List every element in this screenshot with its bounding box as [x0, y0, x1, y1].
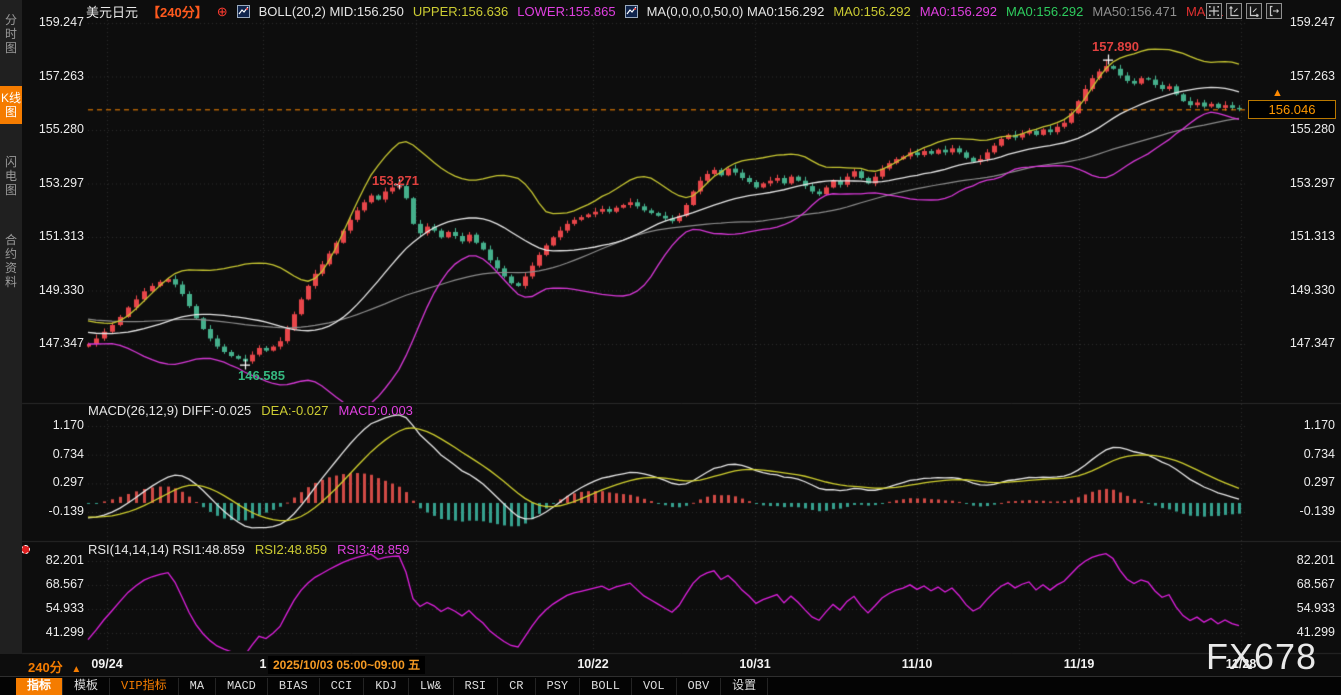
- chart-header: 美元日元 【240分】 ⊕ BOLL(20,2) MID:156.250 UPPE…: [86, 2, 1224, 21]
- app-root: 159.247159.247157.263157.263155.280155.2…: [0, 0, 1341, 695]
- x-axis-scale-icon[interactable]: [1246, 3, 1262, 19]
- indicator-value: MA0:156.292: [920, 4, 997, 19]
- pane-crosshair-icon[interactable]: [1206, 3, 1222, 19]
- indicator-toolbar: 指标模板VIP指标MAMACDBIASCCIKDJLW&RSICRPSYBOLL…: [0, 676, 1341, 695]
- y-axis-scale-icon[interactable]: [1226, 3, 1242, 19]
- indicator-values: BOLL(20,2) MID:156.250 UPPER:156.636 LOWER…: [237, 4, 1224, 19]
- rsi-header: RSI(14,14,14) RSI1:48.859 RSI2:48.859 RSI3…: [88, 542, 409, 557]
- last-price-label: 156.046: [1248, 100, 1336, 119]
- indicator-value: LOWER:155.865: [517, 4, 615, 19]
- indicator-value: MA50:156.471: [1092, 4, 1177, 19]
- indicator-value: MA0:156.292: [833, 4, 910, 19]
- toolbar-item-VOL[interactable]: VOL: [632, 678, 677, 695]
- sidebar-item-2[interactable]: 闪电图: [0, 150, 22, 202]
- line-chart-icon[interactable]: [237, 5, 250, 18]
- toolbar-item-指标[interactable]: 指标: [16, 678, 63, 695]
- dropdown-arrow-icon: ▲: [71, 664, 81, 675]
- watermark: FX678: [1206, 636, 1317, 678]
- rsi-value: RSI3:48.859: [337, 542, 409, 557]
- line-chart-icon[interactable]: [625, 5, 638, 18]
- recording-indicator-icon: [21, 545, 30, 554]
- sidebar: 分时图 K线图闪电图合约资料: [0, 0, 22, 654]
- macd-value: MACD(26,12,9) DIFF:-0.025: [88, 403, 251, 418]
- toolbar-item-KDJ[interactable]: KDJ: [364, 678, 409, 695]
- toolbar-item-PSY[interactable]: PSY: [536, 678, 581, 695]
- toolbar-item-LW&[interactable]: LW&: [409, 678, 454, 695]
- indicator-value: BOLL(20,2) MID:156.250: [259, 4, 404, 19]
- rsi-value: RSI2:48.859: [255, 542, 327, 557]
- macd-value: DEA:-0.027: [261, 403, 328, 418]
- rsi-value: RSI(14,14,14) RSI1:48.859: [88, 542, 245, 557]
- collapse-panel-icon[interactable]: [1266, 3, 1282, 19]
- timeframe-label: 240分: [28, 660, 63, 675]
- toolbar-item-MACD[interactable]: MACD: [216, 678, 268, 695]
- sidebar-item-3[interactable]: 合约资料: [0, 228, 22, 294]
- toolbar-item-CR[interactable]: CR: [498, 678, 535, 695]
- indicator-value: MA(0,0,0,0,50,0) MA0:156.292: [647, 4, 825, 19]
- toolbar-item-BIAS[interactable]: BIAS: [268, 678, 320, 695]
- toolbar-item-RSI[interactable]: RSI: [454, 678, 499, 695]
- period-label[interactable]: 【240分】: [147, 2, 208, 21]
- price-annotation-top: 157.890: [1092, 39, 1139, 54]
- toolbar-item-VIP指标[interactable]: VIP指标: [110, 678, 179, 695]
- macd-value: MACD:0.003: [338, 403, 412, 418]
- toolbar-item-OBV[interactable]: OBV: [677, 678, 722, 695]
- timeframe-selector[interactable]: 240分 ▲: [28, 657, 81, 676]
- crosshair-date-tooltip: 2025/10/03 05:00~09:00 五: [268, 656, 425, 674]
- indicator-value: MA0:156.292: [1006, 4, 1083, 19]
- toolbar-item-CCI[interactable]: CCI: [320, 678, 365, 695]
- price-marker-arrow-icon: ▲: [1272, 87, 1283, 99]
- indicator-value: UPPER:156.636: [413, 4, 508, 19]
- toolbar-item-设置[interactable]: 设置: [721, 678, 768, 695]
- price-annotation-high: 153.271: [372, 173, 419, 188]
- chart-canvas[interactable]: [0, 0, 1341, 695]
- window-buttons: [1206, 3, 1282, 19]
- toolbar-item-模板[interactable]: 模板: [63, 678, 110, 695]
- price-annotation-low: 146.585: [238, 368, 285, 383]
- sidebar-item-0[interactable]: 分时图: [0, 8, 22, 60]
- sidebar-item-1[interactable]: K线图: [0, 86, 22, 124]
- add-indicator-icon[interactable]: ⊕: [217, 4, 228, 20]
- macd-header: MACD(26,12,9) DIFF:-0.025 DEA:-0.027 MACD:…: [88, 403, 413, 418]
- instrument-name: 美元日元: [86, 2, 138, 21]
- toolbar-item-BOLL[interactable]: BOLL: [580, 678, 632, 695]
- toolbar-item-MA[interactable]: MA: [179, 678, 216, 695]
